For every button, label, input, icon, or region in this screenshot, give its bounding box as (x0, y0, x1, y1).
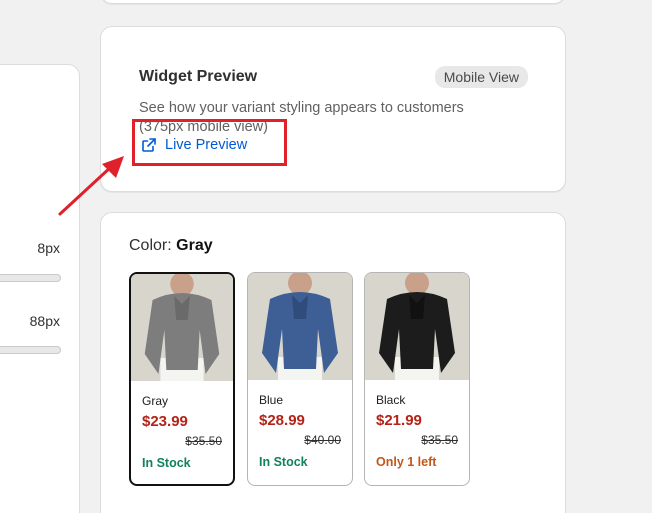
color-label: Color: (129, 237, 172, 254)
color-selection-label: Color: Gray (129, 237, 213, 255)
slider-track[interactable] (0, 346, 61, 354)
variant-name: Black (376, 393, 406, 407)
variant-option-black[interactable]: Black $21.99 $35.50 Only 1 left (364, 272, 470, 486)
variant-option-gray[interactable]: Gray $23.99 $35.50 In Stock (129, 272, 235, 486)
variant-price: $28.99 (259, 412, 305, 429)
stock-status: In Stock (142, 456, 191, 470)
preview-description: See how your variant styling appears to … (139, 100, 464, 135)
slider-value-label: 88px (29, 313, 60, 329)
slider-track[interactable] (0, 274, 61, 282)
widget-preview-card: Widget Preview Mobile View See how your … (100, 26, 566, 192)
stock-status: Only 1 left (376, 455, 437, 469)
variant-price: $23.99 (142, 413, 188, 430)
selected-color-name: Gray (176, 237, 213, 254)
mobile-view-badge: Mobile View (434, 66, 528, 88)
variant-compare-price: $40.00 (304, 433, 341, 447)
live-preview-link[interactable]: Live Preview (141, 137, 247, 153)
product-image (365, 273, 469, 380)
product-image (131, 274, 233, 381)
variant-option-blue[interactable]: Blue $28.99 $40.00 In Stock (247, 272, 353, 486)
variant-compare-price: $35.50 (421, 433, 458, 447)
variant-name: Gray (142, 394, 169, 408)
slider-value-label: 8px (37, 240, 60, 256)
stock-status: In Stock (259, 455, 308, 469)
variant-name: Blue (259, 393, 284, 407)
live-preview-label: Live Preview (165, 137, 248, 153)
variant-price: $21.99 (376, 412, 422, 429)
external-link-icon (142, 138, 156, 152)
variant-widget-card: Color: Gray Gray $23.99 $35.50 In Stock (100, 212, 566, 513)
settings-panel: 8px 88px (0, 64, 80, 513)
top-card (100, 0, 566, 4)
variant-compare-price: $35.50 (185, 434, 222, 448)
product-image (248, 273, 352, 380)
preview-title: Widget Preview (139, 68, 258, 85)
